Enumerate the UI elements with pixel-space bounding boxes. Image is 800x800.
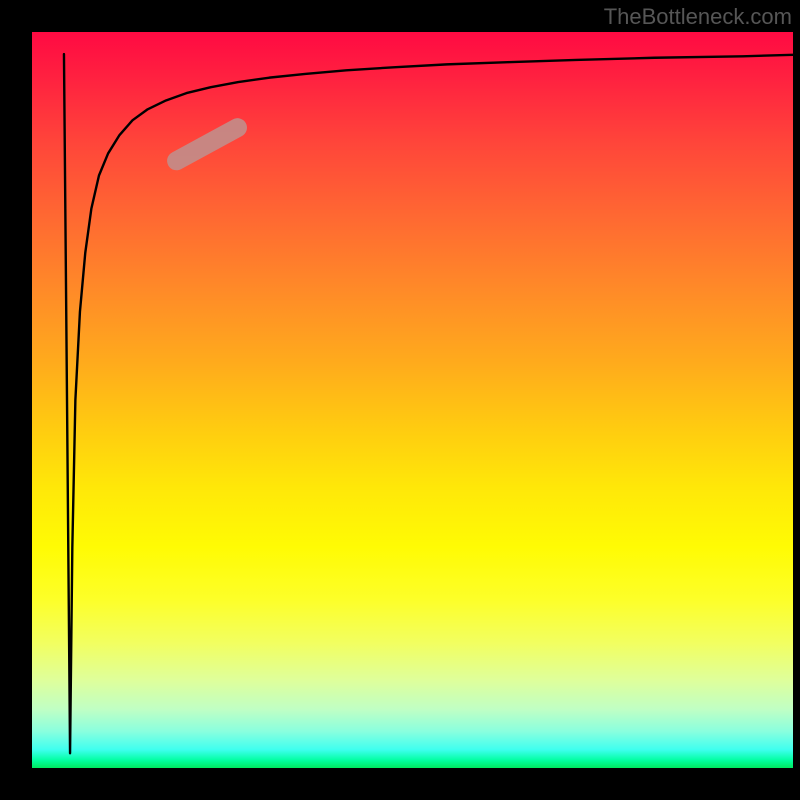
- plot-area: [32, 32, 793, 768]
- chart-canvas: TheBottleneck.com: [0, 0, 800, 800]
- watermark-text: TheBottleneck.com: [604, 4, 792, 30]
